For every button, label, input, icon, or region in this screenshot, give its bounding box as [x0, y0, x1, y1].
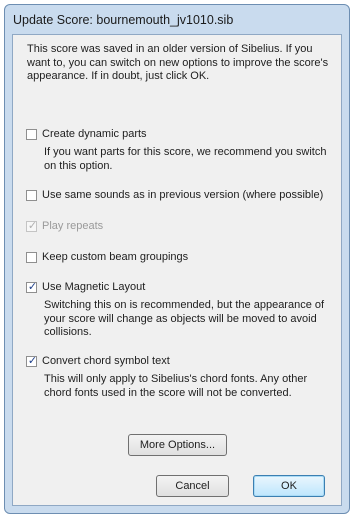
checkbox-box[interactable] — [26, 128, 37, 140]
option-label: Convert chord symbol text — [42, 355, 170, 367]
dialog-window: Update Score: bournemouth_jv1010.sib Thi… — [4, 4, 350, 514]
ok-button[interactable]: OK — [253, 475, 325, 497]
option-label: Use same sounds as in previous version (… — [42, 189, 324, 201]
option-label: Create dynamic parts — [42, 128, 147, 140]
checkmark-icon: ✓ — [27, 354, 38, 367]
use-same-sounds-checkbox[interactable]: Use same sounds as in previous version (… — [26, 187, 323, 203]
create-dynamic-parts-description: If you want parts for this score, we rec… — [44, 146, 327, 172]
intro-text: This score was saved in an older version… — [27, 43, 329, 82]
option-label: Keep custom beam groupings — [42, 251, 189, 263]
convert-chord-symbol-text-description: This will only apply to Sibelius's chord… — [44, 373, 308, 399]
convert-chord-symbol-text-checkbox[interactable]: ✓ Convert chord symbol text — [26, 353, 170, 369]
checkbox-box[interactable] — [26, 189, 37, 201]
checkbox-box[interactable]: ✓ — [26, 354, 38, 367]
use-magnetic-layout-checkbox[interactable]: ✓ Use Magnetic Layout — [26, 279, 145, 295]
play-repeats-checkbox: ✓ Play repeats — [26, 218, 103, 234]
dialog-client-area: This score was saved in an older version… — [12, 34, 342, 506]
window-title: Update Score: bournemouth_jv1010.sib — [13, 13, 234, 27]
option-label: Use Magnetic Layout — [42, 281, 146, 293]
checkmark-icon: ✓ — [27, 219, 38, 232]
use-magnetic-layout-description: Switching this on is recommended, but th… — [44, 299, 325, 338]
checkbox-box[interactable] — [26, 251, 37, 263]
checkbox-box[interactable]: ✓ — [26, 280, 38, 293]
checkbox-box: ✓ — [26, 219, 38, 232]
keep-custom-beam-groupings-checkbox[interactable]: Keep custom beam groupings — [26, 249, 188, 265]
checkmark-icon: ✓ — [27, 280, 38, 293]
more-options-button[interactable]: More Options... — [128, 434, 227, 456]
create-dynamic-parts-checkbox[interactable]: Create dynamic parts — [26, 126, 147, 142]
option-label: Play repeats — [42, 220, 104, 232]
cancel-button[interactable]: Cancel — [156, 475, 229, 497]
